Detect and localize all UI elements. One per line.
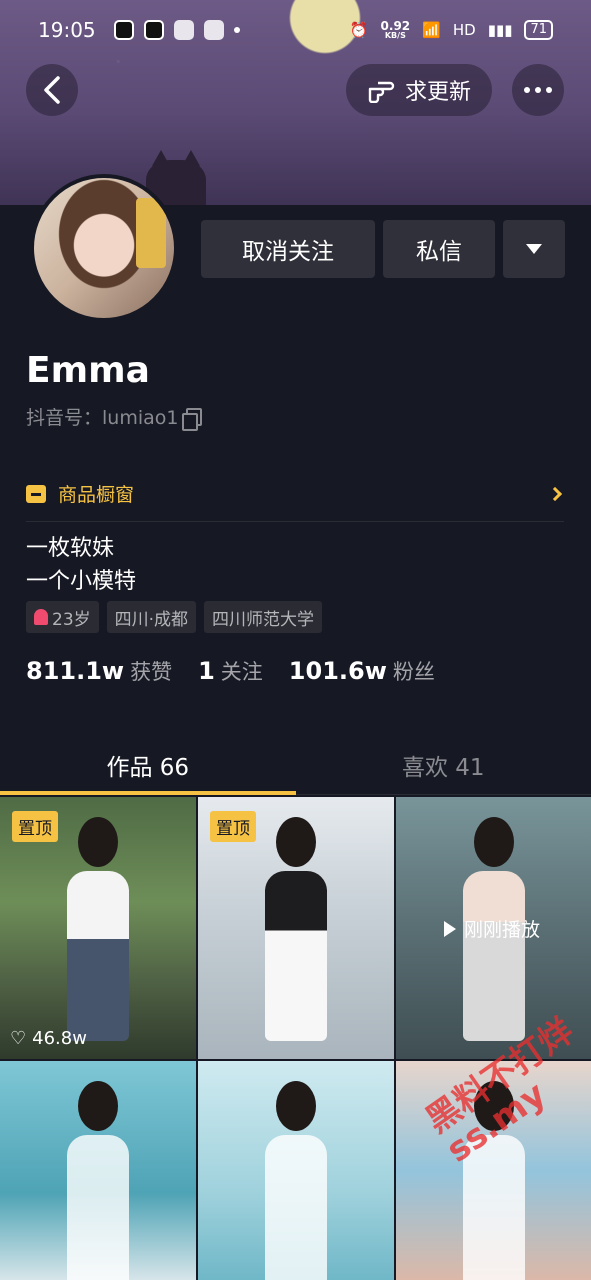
message-button[interactable]: 私信 [383, 220, 495, 278]
more-button[interactable] [512, 64, 564, 116]
tab-works[interactable]: 作品 66 [0, 735, 296, 795]
chat-app-icon [173, 20, 194, 40]
notification-dot-icon [233, 27, 240, 33]
age-tag: 23岁 [26, 601, 99, 633]
thumbnail-figure [261, 1081, 331, 1280]
network-speed: 0.92 KB/S [381, 20, 411, 40]
just-played-label: 刚刚播放 [464, 919, 541, 941]
more-dot-icon [535, 87, 541, 93]
douyin-id-row: 抖音号：lumiao1 [26, 403, 203, 431]
following-label: 关注 [220, 660, 263, 684]
profile-stats: 811.1w 获赞 1 关注 101.6w 粉丝 [26, 656, 435, 686]
pinned-badge: 置顶 [12, 811, 58, 842]
tiktok-icon-2 [143, 20, 164, 40]
request-update-label: 求更新 [404, 80, 471, 105]
request-update-button[interactable]: 求更新 [346, 64, 492, 116]
wifi-icon: 📶 [422, 21, 441, 39]
following-stat[interactable]: 1 关注 [198, 656, 263, 686]
more-dot-icon [524, 87, 530, 93]
tiktok-icon [113, 20, 134, 40]
tab-likes[interactable]: 喜欢 41 [296, 735, 591, 794]
location-tag: 四川·成都 [106, 601, 197, 633]
followers-stat[interactable]: 101.6w 粉丝 [289, 656, 435, 686]
alarm-icon: ⏰ [349, 21, 369, 39]
video-grid: 置顶 ♡ 46.8w 置顶 刚刚播放 [0, 797, 591, 1280]
pinned-badge: 置顶 [210, 811, 256, 842]
triangle-down-icon [526, 244, 542, 254]
network-type: HD [452, 21, 476, 39]
video-likes-count: 46.8w [32, 1028, 87, 1049]
thumbnail-figure [63, 817, 133, 1047]
video-likes: ♡ 46.8w [10, 1028, 87, 1049]
unfollow-button[interactable]: 取消关注 [201, 220, 375, 278]
speed-unit: KB/S [384, 31, 406, 40]
douyin-id: 抖音号：lumiao1 [26, 407, 179, 429]
video-thumbnail[interactable]: 置顶 [198, 797, 394, 1059]
thumbnail-figure [261, 817, 331, 1047]
recommend-dropdown-button[interactable] [503, 220, 565, 278]
status-right: ⏰ 0.92 KB/S 📶 HD ▮▮▮ 71 [350, 20, 553, 40]
profile-tags: 23岁 四川·成都 四川师范大学 [26, 601, 323, 633]
more-dot-icon [546, 87, 552, 93]
thumbnail-figure [63, 1081, 133, 1280]
profile-name: Emma [26, 350, 150, 391]
shop-icon [26, 484, 46, 503]
likes-label: 获赞 [130, 660, 173, 684]
chevron-left-icon [44, 76, 60, 104]
shop-label: 商品橱窗 [58, 484, 135, 506]
bio-line: 一个小模特 [26, 569, 137, 594]
avatar[interactable] [30, 174, 178, 322]
followers-label: 粉丝 [392, 660, 435, 684]
video-thumbnail[interactable]: 置顶 ♡ 46.8w [0, 797, 196, 1059]
status-bar: 19:05 ⏰ 0.92 KB/S 📶 HD ▮▮▮ 71 [0, 0, 591, 60]
likes-stat: 811.1w 获赞 [26, 656, 172, 686]
bio: 一枚软妹 一个小模特 [26, 532, 136, 598]
message-app-icon [203, 20, 224, 40]
battery-level: 71 [524, 20, 553, 40]
hand-point-icon [368, 81, 395, 103]
heart-outline-icon: ♡ [10, 1028, 27, 1049]
age-label: 23岁 [52, 609, 91, 630]
chevron-right-icon [547, 486, 563, 501]
video-thumbnail[interactable] [0, 1061, 196, 1280]
content-tabs: 作品 66 喜欢 41 [0, 735, 591, 795]
play-icon [444, 920, 456, 937]
back-button[interactable] [26, 64, 78, 116]
status-time: 19:05 [38, 18, 96, 42]
shop-window-link[interactable]: 商品橱窗 [26, 466, 564, 522]
followers-count: 101.6w [288, 657, 387, 685]
status-app-icons [113, 20, 240, 40]
just-played-indicator: 刚刚播放 [444, 915, 540, 942]
video-thumbnail[interactable] [198, 1061, 394, 1280]
bio-line: 一枚软妹 [26, 536, 115, 561]
following-count: 1 [198, 657, 215, 685]
copy-icon[interactable] [182, 407, 203, 431]
school-tag[interactable]: 四川师范大学 [204, 601, 323, 633]
female-icon [34, 609, 48, 625]
signal-icon: ▮▮▮ [487, 21, 513, 39]
likes-count: 811.1w [26, 657, 125, 685]
